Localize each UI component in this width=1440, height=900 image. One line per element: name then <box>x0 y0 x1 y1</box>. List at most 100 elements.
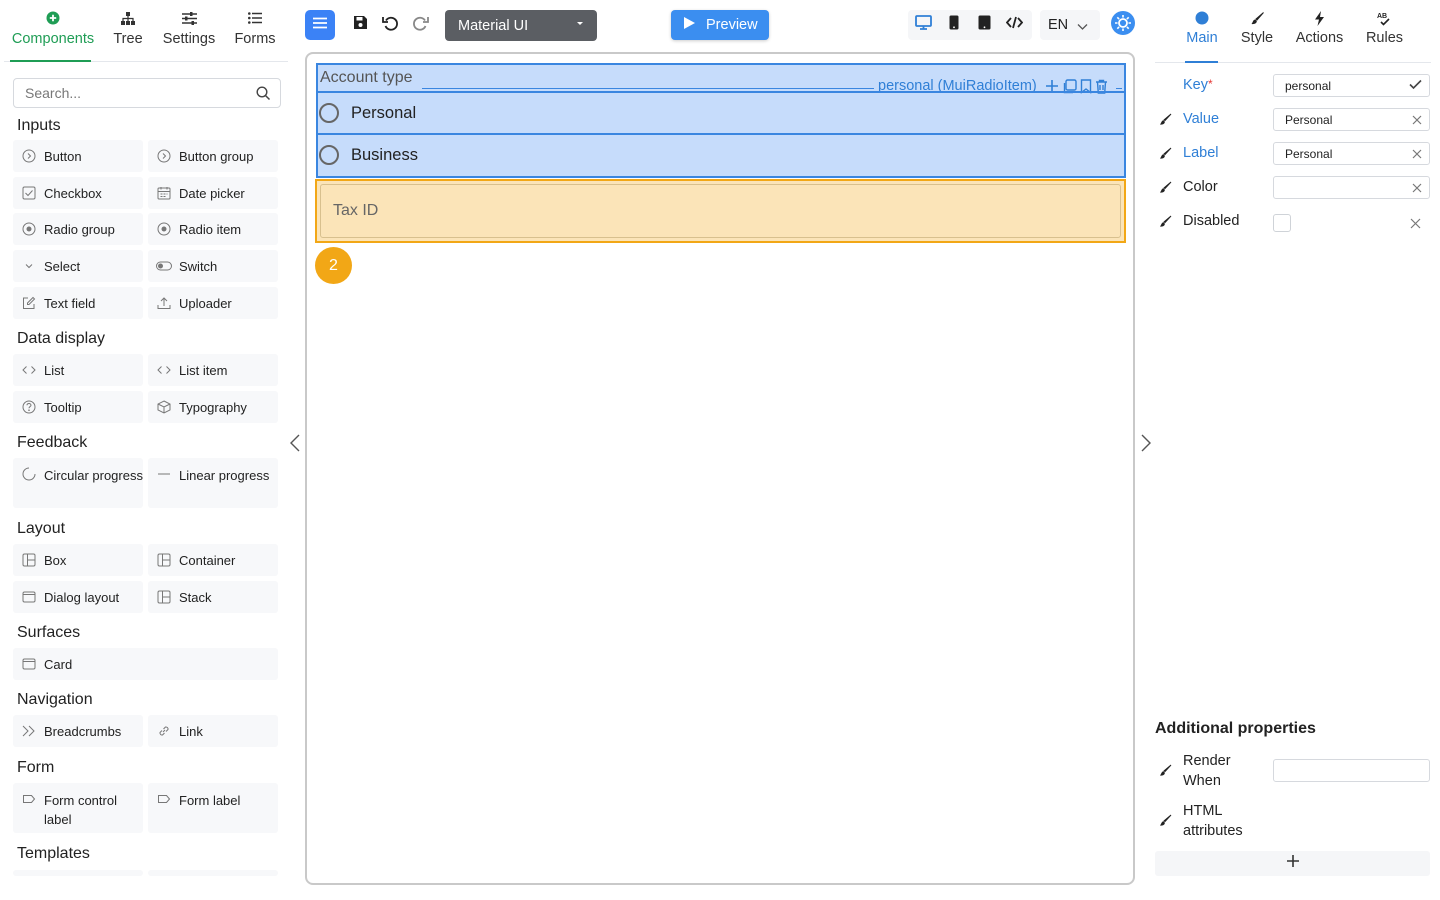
section-feedback: Feedback <box>17 434 88 451</box>
value-input[interactable]: Personal <box>1273 108 1430 131</box>
tab-label: Style <box>1240 30 1274 46</box>
label-input[interactable]: Personal <box>1273 142 1430 165</box>
tab-style[interactable]: Style <box>1237 10 1277 46</box>
undo-button[interactable] <box>377 10 403 40</box>
section-inputs: Inputs <box>17 117 61 134</box>
component-radio-item[interactable]: Radio item <box>148 213 278 245</box>
component-breadcrumbs[interactable]: Breadcrumbs <box>13 715 143 747</box>
active-tab-indicator <box>10 60 91 62</box>
component-radio-group[interactable]: Radio group <box>13 213 143 245</box>
component-typography[interactable]: Typography <box>148 391 278 423</box>
property-label: Value <box>1183 111 1220 127</box>
component-label: Breadcrumbs <box>44 723 122 739</box>
close-icon[interactable] <box>1412 148 1422 162</box>
component-label: Box <box>44 552 67 568</box>
component-container[interactable]: Container <box>148 544 278 576</box>
component-stack[interactable]: Stack <box>148 581 278 613</box>
component-list-item[interactable]: List item <box>148 354 278 386</box>
label-input-value: Personal <box>1285 146 1333 161</box>
component-card[interactable]: Card <box>13 648 278 680</box>
brush-icon[interactable] <box>1159 215 1172 233</box>
radio-group-preview[interactable]: Account type personal (MuiRadioItem) Per… <box>316 63 1126 178</box>
brush-icon[interactable] <box>1159 764 1172 782</box>
tab-forms[interactable]: Forms <box>232 10 278 47</box>
key-input[interactable]: personal <box>1273 74 1430 97</box>
component-dialog-layout[interactable]: Dialog layout <box>13 581 143 613</box>
search-input[interactable] <box>14 79 244 107</box>
component-button-group[interactable]: Button group <box>148 140 278 172</box>
component-select[interactable]: Select <box>13 250 143 282</box>
tab-main[interactable]: Main <box>1182 10 1222 46</box>
preview-button[interactable]: Preview <box>671 10 769 40</box>
component-form-control-label[interactable]: Form control label <box>13 783 143 833</box>
component-checkbox[interactable]: Checkbox <box>13 177 143 209</box>
close-icon[interactable] <box>1412 114 1422 128</box>
component-form-label[interactable]: Form label <box>148 783 278 833</box>
component-label: Uploader <box>179 295 232 311</box>
component-text-field[interactable]: Text field <box>13 287 143 319</box>
save-button[interactable] <box>347 10 373 40</box>
tab-rules[interactable]: AB Rules <box>1362 10 1407 47</box>
brush-icon[interactable] <box>1159 814 1172 832</box>
mobile-view-button[interactable] <box>939 10 969 40</box>
disabled-checkbox[interactable] <box>1273 214 1291 232</box>
brush-icon[interactable] <box>1159 147 1172 165</box>
property-label: Disabled <box>1183 213 1240 229</box>
radio-item-personal[interactable]: Personal <box>318 91 1124 133</box>
component-template-partial[interactable] <box>13 870 143 876</box>
brush-icon[interactable] <box>1159 113 1172 131</box>
radio-item-business[interactable]: Business <box>318 133 1124 175</box>
library-select[interactable]: Material UI <box>445 10 597 41</box>
chevron-left-icon <box>288 434 302 457</box>
tax-id-field-preview[interactable]: Tax ID <box>315 179 1126 243</box>
component-label: Stack <box>179 589 212 605</box>
menu-button[interactable] <box>305 10 335 40</box>
component-uploader[interactable]: Uploader <box>148 287 278 319</box>
redo-button[interactable] <box>407 10 433 40</box>
component-button[interactable]: Button <box>13 140 143 172</box>
tab-tree[interactable]: Tree <box>108 10 148 47</box>
color-input[interactable] <box>1273 176 1430 199</box>
component-date-picker[interactable]: Date picker <box>148 177 278 209</box>
toggle-icon <box>156 258 172 274</box>
search-icon[interactable] <box>256 86 271 106</box>
code-view-button[interactable] <box>999 10 1029 40</box>
section-layout: Layout <box>17 520 66 537</box>
render-when-input[interactable] <box>1273 759 1430 782</box>
add-attribute-button[interactable] <box>1155 851 1430 876</box>
radio-circle-icon <box>319 145 339 165</box>
tablet-view-button[interactable] <box>969 10 999 40</box>
language-select[interactable]: EN <box>1040 10 1100 40</box>
upload-icon <box>156 295 172 311</box>
spinner-icon <box>21 466 37 482</box>
chevron-down-icon <box>21 258 37 274</box>
gear-icon <box>1110 10 1136 41</box>
collapse-left-panel-button[interactable] <box>288 433 302 458</box>
component-tooltip[interactable]: Tooltip <box>13 391 143 423</box>
component-circular-progress[interactable]: Circular progress <box>13 458 143 508</box>
component-switch[interactable]: Switch <box>148 250 278 282</box>
component-list[interactable]: List <box>13 354 143 386</box>
component-box[interactable]: Box <box>13 544 143 576</box>
property-label: HTML attributes <box>1183 803 1243 839</box>
check-icon[interactable] <box>1409 79 1422 93</box>
radio-circle-icon <box>319 103 339 123</box>
component-link[interactable]: Link <box>148 715 278 747</box>
tax-id-input[interactable] <box>320 184 1121 238</box>
close-icon[interactable] <box>1412 182 1422 196</box>
sitemap-icon <box>121 11 135 29</box>
component-template-partial[interactable] <box>148 870 278 876</box>
component-linear-progress[interactable]: Linear progress <box>148 458 278 508</box>
tab-settings[interactable]: Settings <box>160 10 218 47</box>
tab-actions[interactable]: Actions <box>1292 10 1347 46</box>
component-label: Card <box>44 656 73 672</box>
desktop-view-button[interactable] <box>908 10 938 40</box>
component-label: Form label <box>179 793 241 808</box>
tab-components[interactable]: Components <box>10 10 96 47</box>
minus-icon <box>156 466 172 482</box>
theme-button[interactable] <box>1108 10 1138 40</box>
collapse-right-panel-button[interactable] <box>1139 433 1153 458</box>
circle-icon <box>1195 11 1209 29</box>
close-icon[interactable] <box>1410 216 1421 234</box>
brush-icon[interactable] <box>1159 181 1172 199</box>
